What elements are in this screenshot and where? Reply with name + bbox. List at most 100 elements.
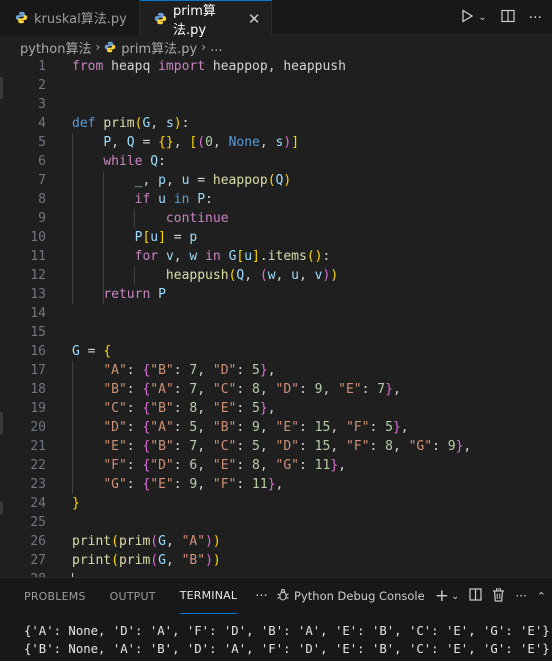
tab-output[interactable]: OUTPUT — [110, 578, 156, 614]
code-line[interactable]: 16 G = { — [0, 342, 552, 361]
chevron-up-icon[interactable]: ⌃ — [537, 590, 546, 603]
editor-actions: ⌄ ··· — [461, 0, 552, 35]
code-text: heappush(Q, (w, u, v)) — [165, 268, 339, 283]
code-line[interactable]: 7 _, p, u = heappop(Q) — [0, 171, 552, 190]
code-text: return P — [103, 287, 166, 302]
add-terminal-icon[interactable]: + — [435, 586, 449, 606]
code-line[interactable]: 2 — [0, 76, 552, 95]
line-number: 25 — [30, 515, 46, 530]
console-name[interactable]: Python Debug Console — [294, 589, 425, 603]
line-number: 19 — [30, 401, 46, 416]
code-text: print(prim(G, "B")) — [72, 553, 221, 568]
code-line[interactable]: 22 "F": {"D": 6, "E": 8, "G": 11}, — [0, 456, 552, 475]
code-text: continue — [165, 211, 229, 226]
ellipsis-icon[interactable]: ··· — [255, 589, 267, 604]
line-number: 16 — [30, 344, 46, 359]
line-number: 22 — [30, 458, 46, 473]
code-line[interactable]: 17 "A": {"B": 7, "D": 5}, — [0, 361, 552, 380]
code-text: "A": {"B": 7, "D": 5}, — [103, 363, 276, 378]
line-number: 28 — [0, 570, 46, 577]
breadcrumb-file[interactable]: prim算法.py — [121, 38, 197, 57]
run-icon[interactable] — [461, 8, 474, 27]
code-line[interactable]: 20 "D": {"A": 5, "B": 9, "E": 15, "F": 5… — [0, 418, 552, 437]
code-text: P[u] = p — [134, 230, 198, 245]
code-line[interactable]: 9 continue — [0, 209, 552, 228]
line-number: 24 — [30, 496, 46, 511]
line-number: 2 — [38, 78, 46, 93]
terminal-output-line: {'B': None, 'A': 'B', 'D': 'A', 'F': 'D'… — [24, 642, 550, 656]
code-line[interactable]: 28 — [0, 570, 552, 577]
code-text: _, p, u = heappop(Q) — [134, 173, 292, 188]
code-line[interactable]: 6 while Q: — [0, 152, 552, 171]
breadcrumb: python算法 › prim算法.py › ... — [0, 36, 552, 58]
split-editor-icon[interactable] — [501, 9, 515, 27]
terminal-output-line: {'A': None, 'D': 'A', 'F': 'D', 'B': 'A'… — [24, 624, 550, 638]
code-line[interactable]: 13 return P — [0, 285, 552, 304]
more-icon[interactable]: ··· — [529, 10, 542, 26]
line-number: 26 — [30, 534, 46, 549]
trash-icon[interactable] — [492, 588, 505, 605]
line-number: 6 — [38, 154, 46, 169]
line-number: 20 — [30, 420, 46, 435]
more-icon[interactable]: ··· — [515, 589, 526, 603]
chevron-down-icon[interactable]: ⌄ — [451, 591, 459, 602]
code-text: while Q: — [103, 154, 166, 169]
code-line[interactable]: 1 from heapq import heappop, heappush — [0, 57, 552, 76]
code-line[interactable]: 15 — [0, 323, 552, 342]
tab-terminal[interactable]: TERMINAL — [179, 578, 238, 614]
code-text: P, Q = {}, [(0, None, s)] — [103, 135, 300, 150]
code-line[interactable]: 10 P[u] = p — [0, 228, 552, 247]
editor-tab-bar: kruskal算法.py prim算法.py ✕ ⌄ ··· — [0, 0, 552, 38]
close-icon[interactable]: ✕ — [247, 10, 261, 28]
tab-kruskal[interactable]: kruskal算法.py — [0, 0, 140, 35]
line-number: 12 — [30, 268, 46, 283]
terminal-debug-icon — [276, 588, 290, 605]
line-number: 21 — [30, 439, 46, 454]
tab-label: prim算法.py — [173, 3, 216, 38]
line-number: 27 — [30, 553, 46, 568]
split-terminal-icon[interactable] — [469, 588, 482, 604]
python-file-icon — [14, 11, 28, 25]
code-text: for v, w in G[u].items(): — [134, 249, 331, 264]
line-number: 17 — [30, 363, 46, 378]
code-line[interactable]: 5 P, Q = {}, [(0, None, s)] — [0, 133, 552, 152]
code-line[interactable]: 25 — [0, 513, 552, 532]
code-text: "D": {"A": 5, "B": 9, "E": 15, "F": 5}, — [103, 420, 409, 435]
python-file-icon — [104, 41, 116, 53]
chevron-right-icon: › — [201, 40, 207, 54]
code-editor[interactable]: 1 from heapq import heappop, heappush 2 3… — [0, 57, 552, 577]
code-text: G = { — [72, 344, 112, 359]
code-line[interactable]: 23 "G": {"E": 9, "F": 11}, — [0, 475, 552, 494]
code-line[interactable]: 24} — [0, 494, 552, 513]
code-line[interactable]: 21 "E": {"B": 7, "C": 5, "D": 15, "F": 8… — [0, 437, 552, 456]
code-line[interactable]: 27 print(prim(G, "B")) — [0, 551, 552, 570]
line-number: 4 — [38, 116, 46, 131]
bottom-panel: PROBLEMS OUTPUT TERMINAL ··· Python Debu… — [0, 577, 552, 661]
code-text: "F": {"D": 6, "E": 8, "G": 11}, — [103, 458, 346, 473]
tab-prim[interactable]: prim算法.py ✕ — [140, 0, 272, 38]
code-text: } — [72, 496, 80, 511]
code-text: print(prim(G, "A")) — [72, 534, 221, 549]
panel-actions: Python Debug Console + ⌄ ··· ⌃ — [276, 578, 552, 614]
code-line[interactable]: 19 "C": {"B": 8, "E": 5}, — [0, 399, 552, 418]
code-line[interactable]: 14 — [0, 304, 552, 323]
code-line[interactable]: 26 print(prim(G, "A")) — [0, 532, 552, 551]
breadcrumb-folder[interactable]: python算法 — [20, 38, 91, 57]
code-line[interactable]: 18 "B": {"A": 7, "C": 8, "D": 9, "E": 7}… — [0, 380, 552, 399]
code-text: if u in P: — [134, 192, 213, 207]
chevron-down-icon[interactable]: ⌄ — [478, 12, 486, 23]
line-number: 10 — [30, 230, 46, 245]
chevron-right-icon: › — [95, 40, 101, 54]
code-line[interactable]: 4 def prim(G, s): — [0, 114, 552, 133]
tab-problems[interactable]: PROBLEMS — [24, 578, 86, 614]
code-line[interactable]: 3 — [0, 95, 552, 114]
code-line[interactable]: 12 heappush(Q, (w, u, v)) — [0, 266, 552, 285]
breadcrumb-symbol[interactable]: ... — [210, 40, 222, 55]
code-text: "C": {"B": 8, "E": 5}, — [103, 401, 276, 416]
code-text: from heapq import heappop, heappush — [72, 59, 346, 74]
code-line[interactable]: 8 if u in P: — [0, 190, 552, 209]
code-text: "B": {"A": 7, "C": 8, "D": 9, "E": 7}, — [103, 382, 401, 397]
line-number: 1 — [38, 59, 46, 74]
code-line[interactable]: 11 for v, w in G[u].items(): — [0, 247, 552, 266]
line-number: 14 — [30, 306, 46, 321]
